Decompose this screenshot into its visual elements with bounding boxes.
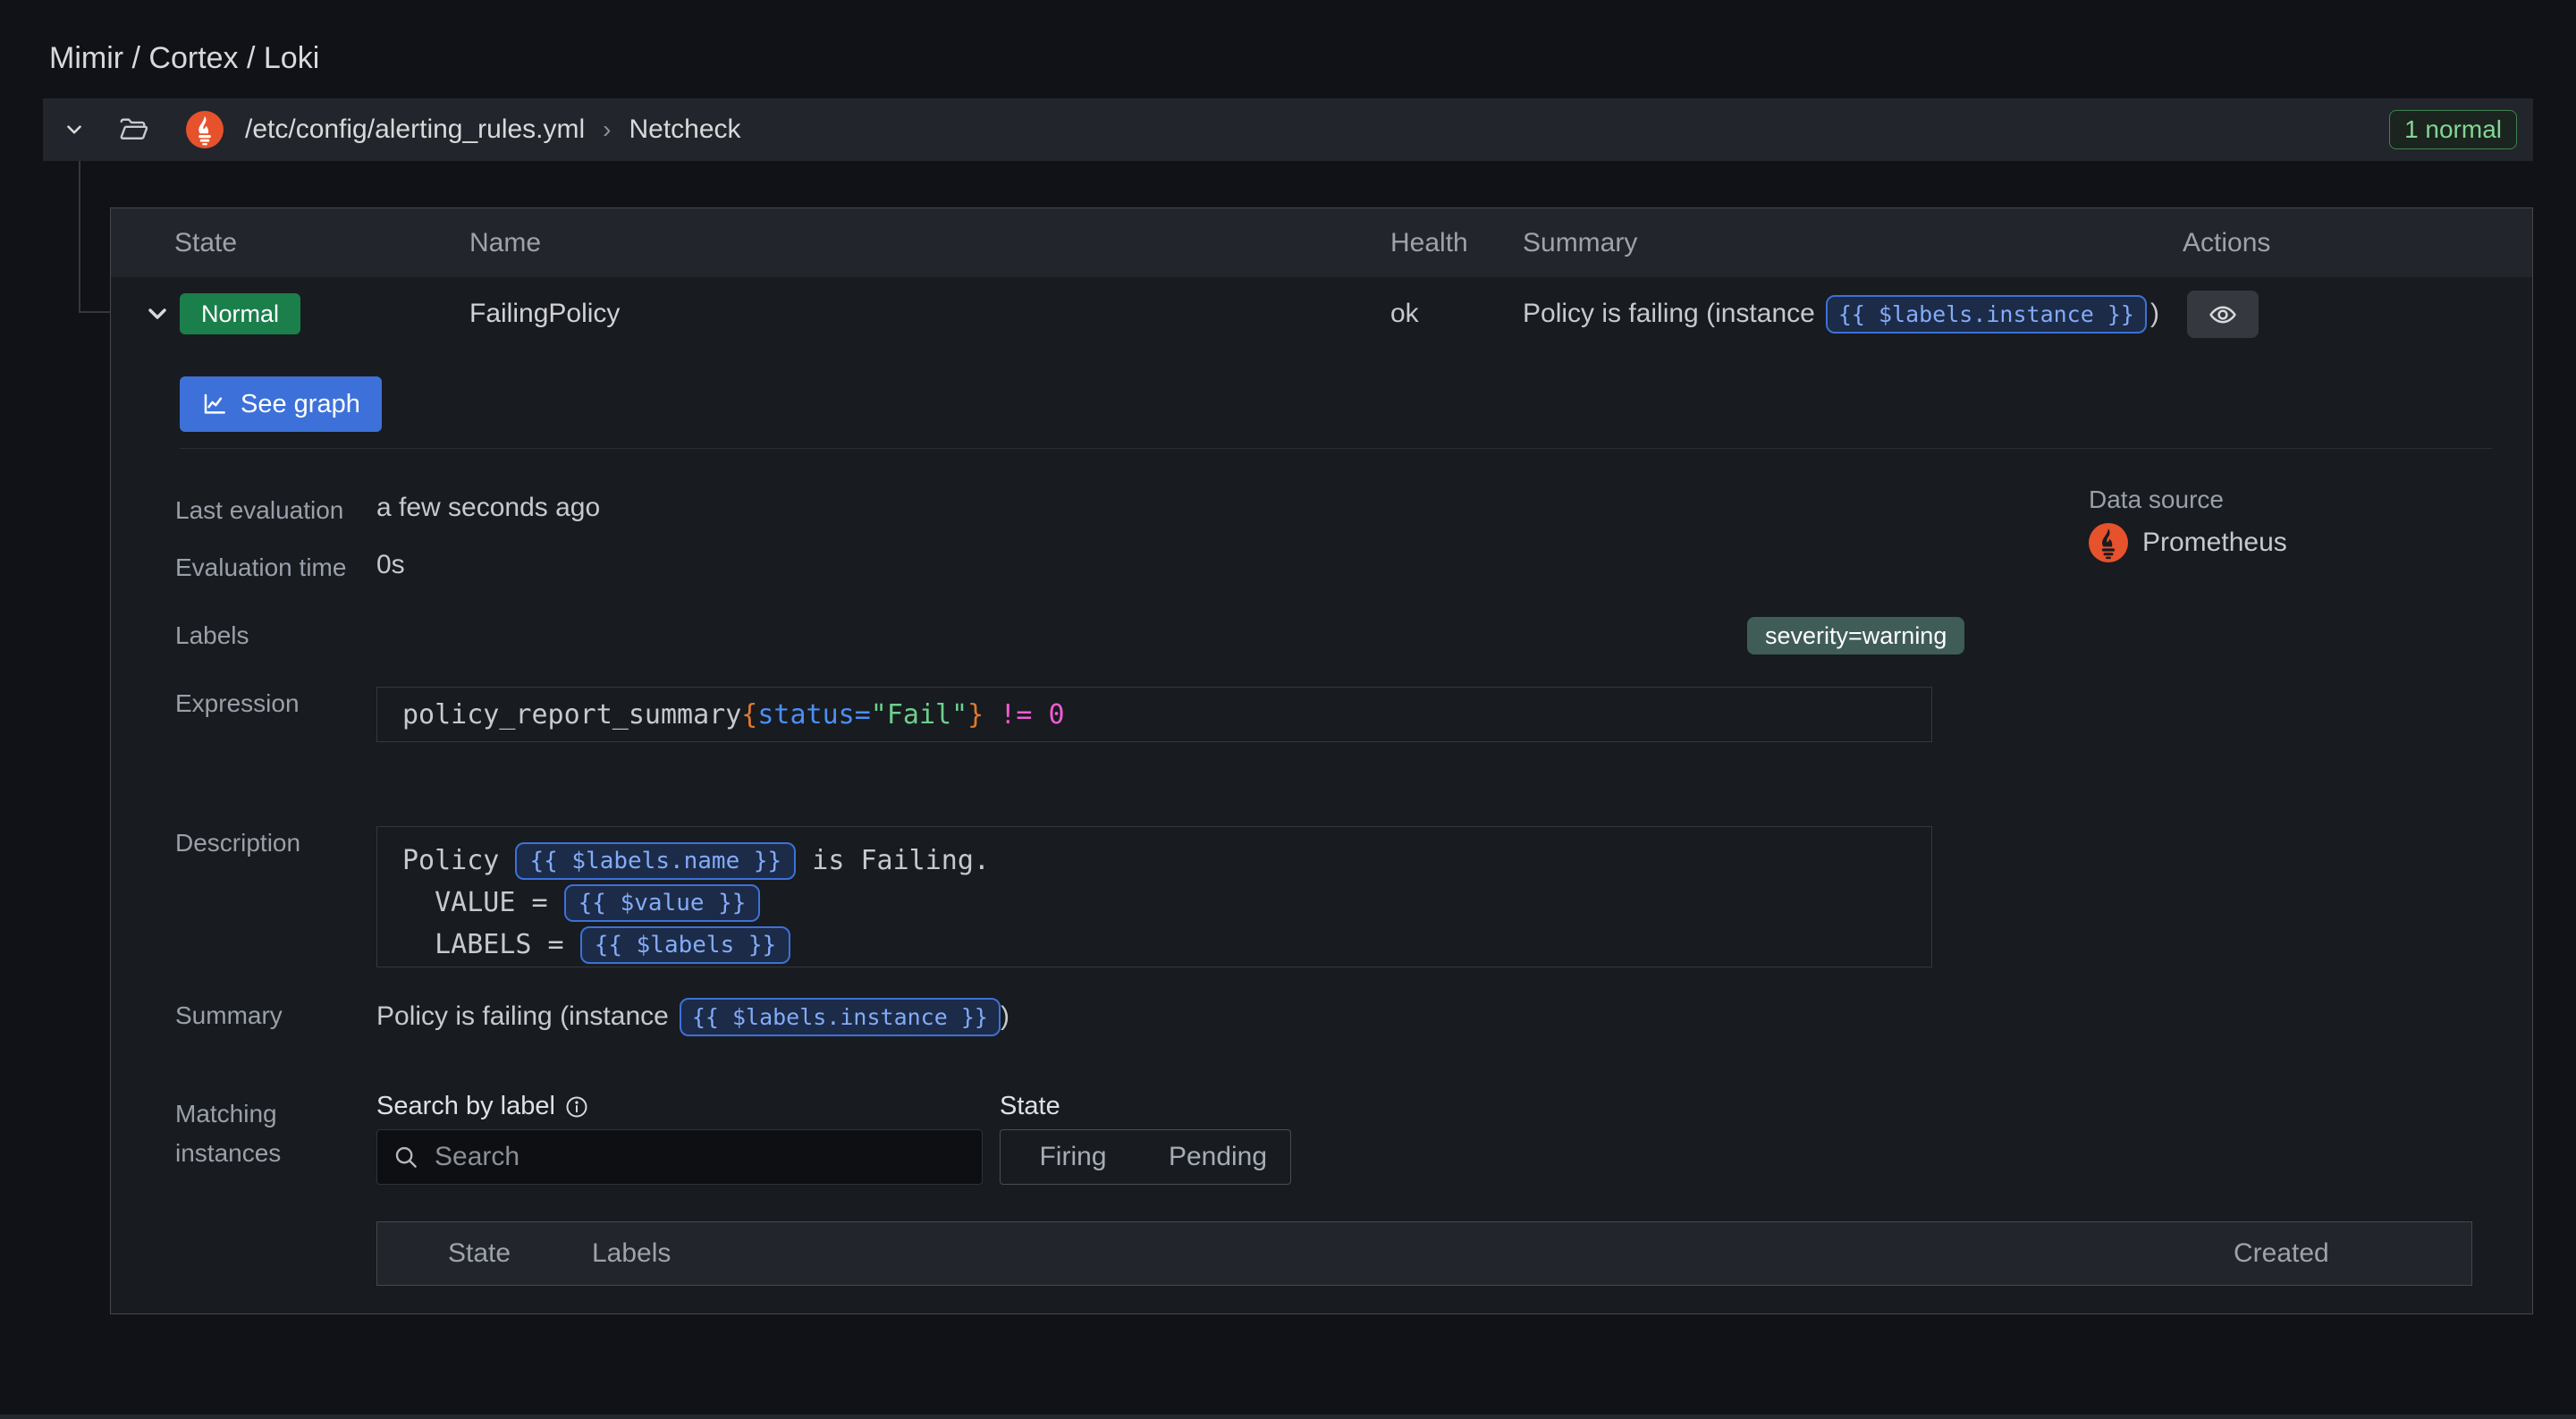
row-expand-chevron-icon[interactable] [143,300,172,328]
expression-attr: status= [757,699,870,731]
eye-icon [2208,300,2238,330]
summary-value: Policy is failing (instance {{ $labels.i… [376,992,1009,1042]
breadcrumb-separator: › [603,115,611,144]
rule-state-badge: Normal [180,293,300,334]
tree-connector-horizontal [79,311,111,313]
page-title: Mimir / Cortex / Loki [49,41,319,76]
state-filter-firing-button[interactable]: Firing [1001,1130,1145,1184]
rule-summary-suffix: ) [2150,299,2159,329]
template-pill: {{ $value }} [564,884,761,922]
rule-file-path: /etc/config/alerting_rules.yml [245,114,585,145]
description-box: Policy {{ $labels.name }} is Failing. VA… [376,826,1932,967]
column-header-actions: Actions [2183,208,2270,277]
rule-group-name: Netcheck [629,114,741,145]
data-source-name: Prometheus [2142,528,2287,558]
tree-connector-vertical [79,161,80,312]
template-pill: {{ $labels.instance }} [680,998,1001,1036]
instances-column-labels: Labels [592,1222,671,1285]
description-text: Policy [402,845,515,876]
template-pill: {{ $labels.instance }} [1826,295,2147,334]
graph-line-icon [201,391,228,418]
expression-string: "Fail" [871,699,967,731]
evaluation-time-label: Evaluation time [175,553,346,582]
description-line: VALUE = {{ $value }} [402,882,1931,924]
data-source-label: Data source [2089,486,2224,514]
description-line: LABELS = {{ $labels }} [402,924,1931,966]
prometheus-icon [186,111,224,148]
summary-label: Summary [175,1001,283,1030]
last-evaluation-label: Last evaluation [175,496,343,525]
description-label: Description [175,829,300,857]
alert-rules-screen: Mimir / Cortex / Loki /etc/config/alerti… [0,0,2576,1419]
section-divider [180,448,2492,449]
column-header-summary: Summary [1523,208,1637,277]
state-filter-pending-button[interactable]: Pending [1145,1130,1290,1184]
column-header-health: Health [1390,208,1468,277]
column-header-name: Name [469,208,541,277]
info-icon[interactable] [564,1094,589,1119]
evaluation-time-value: 0s [376,550,405,580]
summary-suffix: ) [1001,1001,1009,1032]
rule-group-header[interactable]: /etc/config/alerting_rules.yml › Netchec… [43,98,2533,161]
state-filter-group: Firing Pending [1000,1129,1291,1185]
template-pill: {{ $labels }} [580,926,791,964]
search-input[interactable] [376,1129,983,1185]
description-text: is Failing. [796,845,990,876]
matching-instances-table-header: State Labels Created [376,1221,2472,1286]
matching-instances-label: instances [175,1139,281,1168]
see-graph-label: See graph [241,390,360,419]
rule-summary-cell: Policy is failing (instance {{ $labels.i… [1523,289,2159,339]
rule-health: ok [1390,293,1419,334]
view-rule-button[interactable] [2187,291,2259,338]
see-graph-button[interactable]: See graph [180,376,382,432]
summary-text: Policy is failing (instance [376,1001,669,1032]
expression-label: Expression [175,689,300,718]
description-line: Policy {{ $labels.name }} is Failing. [402,840,1931,882]
matching-instances-label: Matching [175,1100,277,1128]
rules-panel: State Name Health Summary Actions Normal… [110,207,2533,1314]
folder-icon [118,114,150,146]
expression-brace-open: { [741,699,757,731]
expression-query: policy_report_summary{status="Fail"} != … [376,687,1932,742]
group-collapse-chevron-icon[interactable] [63,118,86,141]
expression-metric: policy_report_summary [402,699,741,731]
next-group-edge [0,1415,2576,1419]
group-status-badge: 1 normal [2389,110,2517,149]
rule-summary-text: Policy is failing (instance [1523,299,1815,329]
state-filter-heading: State [1000,1092,1060,1121]
description-text: LABELS = [402,929,580,960]
search-by-label-text: Search by label [376,1092,555,1121]
expression-brace-close: } [967,699,984,731]
last-evaluation-value: a few seconds ago [376,493,600,523]
rule-name: FailingPolicy [469,293,620,334]
rules-table-header: State Name Health Summary Actions [111,208,2532,277]
prometheus-icon [2089,523,2128,562]
search-by-label-heading: Search by label [376,1092,589,1121]
data-source-value: Prometheus [2089,523,2287,562]
description-text: VALUE = [402,887,564,918]
instances-column-created: Created [2234,1222,2329,1285]
template-pill: {{ $labels.name }} [515,842,796,880]
expression-operator: != 0 [984,699,1064,731]
labels-label: Labels [175,621,249,650]
severity-label-badge: severity=warning [1747,617,1964,655]
instances-column-state: State [448,1222,511,1285]
column-header-state: State [174,208,237,277]
